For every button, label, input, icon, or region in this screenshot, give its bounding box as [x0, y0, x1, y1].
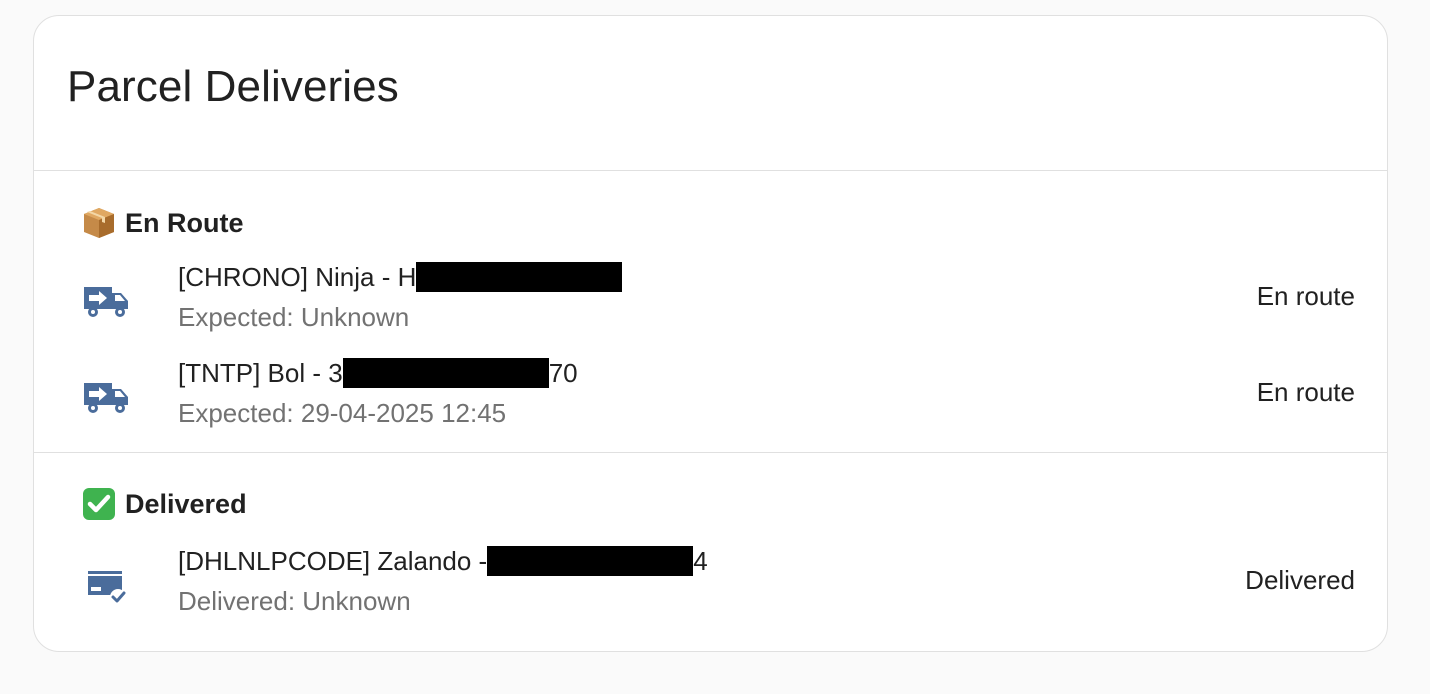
item-state: Delivered	[1245, 565, 1355, 595]
item-expected: Expected: Unknown	[178, 302, 410, 332]
list-item[interactable]: [TNTP] Bol - 3 70 Expected: 29-04-2025 1…	[34, 355, 1387, 435]
item-name-prefix: [DHLNLPCODE] Zalando -	[178, 546, 488, 576]
section-title-delivered: Delivered	[81, 486, 247, 522]
check-mark-button-icon	[83, 488, 115, 520]
item-text: [TNTP] Bol - 3 70 Expected: 29-04-2025 1…	[178, 355, 578, 431]
truck-fast-icon	[84, 383, 128, 413]
item-expected: Expected: 29-04-2025 12:45	[178, 398, 507, 428]
truck-fast-icon	[84, 287, 128, 317]
package-check-icon	[88, 571, 126, 605]
item-name: [TNTP] Bol - 3 70	[178, 355, 578, 391]
item-name: [CHRONO] Ninja - H	[178, 259, 623, 295]
item-text: [CHRONO] Ninja - H Expected: Unknown	[178, 259, 623, 335]
item-name-suffix: 70	[548, 358, 578, 388]
redacted-block	[416, 262, 623, 292]
list-item[interactable]: [DHLNLPCODE] Zalando - 4 Delivered: Unkn…	[34, 543, 1387, 623]
item-name-prefix: [TNTP] Bol - 3	[178, 358, 343, 388]
section-title-label: En Route	[125, 207, 244, 238]
item-name-prefix: [CHRONO] Ninja - H	[178, 262, 417, 292]
section-title-label: Delivered	[125, 488, 247, 519]
package-icon	[84, 208, 114, 238]
section-delivered: Delivered [DHLNLPCODE] Zalando - 4 Deliv…	[34, 453, 1387, 651]
list-item[interactable]: [CHRONO] Ninja - H Expected: Unknown En …	[34, 259, 1387, 339]
item-name: [DHLNLPCODE] Zalando - 4	[178, 543, 708, 579]
item-text: [DHLNLPCODE] Zalando - 4 Delivered: Unkn…	[178, 543, 708, 619]
parcel-deliveries-card: Parcel Deliveries En Route [CHRONO] Ninj…	[33, 15, 1388, 652]
card-header: Parcel Deliveries	[34, 16, 1387, 171]
section-en-route: En Route [CHRONO] Ninja - H Expected: Un…	[34, 171, 1387, 453]
card-title: Parcel Deliveries	[67, 62, 399, 111]
item-delivered: Delivered: Unknown	[178, 586, 411, 616]
section-title-en-route: En Route	[81, 205, 244, 241]
redacted-block	[342, 358, 549, 388]
item-state: En route	[1256, 281, 1355, 311]
item-state: En route	[1256, 377, 1355, 407]
item-name-suffix: 4	[693, 546, 708, 576]
redacted-block	[487, 546, 694, 576]
